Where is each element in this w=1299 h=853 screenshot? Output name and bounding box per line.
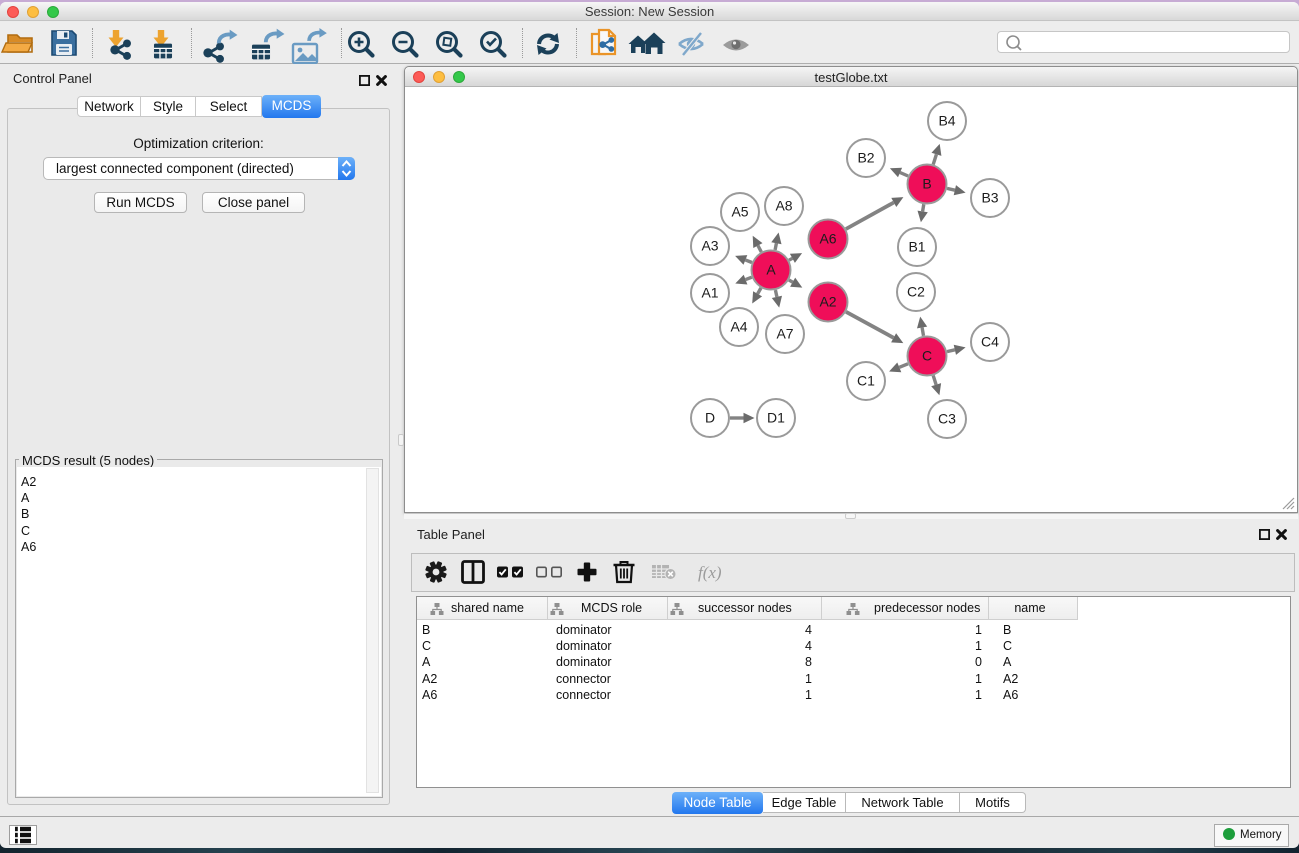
svg-text:A5: A5 <box>731 204 748 220</box>
svg-text:B4: B4 <box>938 113 955 129</box>
svg-text:B: B <box>922 176 931 192</box>
svg-text:f(x): f(x) <box>698 563 722 582</box>
svg-text:A3: A3 <box>701 238 718 254</box>
svg-text:A: A <box>766 262 776 278</box>
svg-text:B2: B2 <box>857 150 874 166</box>
svg-text:C4: C4 <box>981 334 999 350</box>
svg-text:C3: C3 <box>938 411 956 427</box>
svg-text:A1: A1 <box>701 285 718 301</box>
svg-text:C2: C2 <box>907 284 925 300</box>
svg-text:D: D <box>705 410 715 426</box>
svg-text:A6: A6 <box>819 231 836 247</box>
svg-text:C1: C1 <box>857 373 875 389</box>
svg-text:A2: A2 <box>819 294 836 310</box>
svg-text:A8: A8 <box>775 198 792 214</box>
svg-text:A4: A4 <box>730 319 747 335</box>
svg-text:C: C <box>922 348 932 364</box>
svg-text:B3: B3 <box>981 190 998 206</box>
svg-text:D1: D1 <box>767 410 785 426</box>
svg-text:A7: A7 <box>776 326 793 342</box>
svg-text:B1: B1 <box>908 239 925 255</box>
